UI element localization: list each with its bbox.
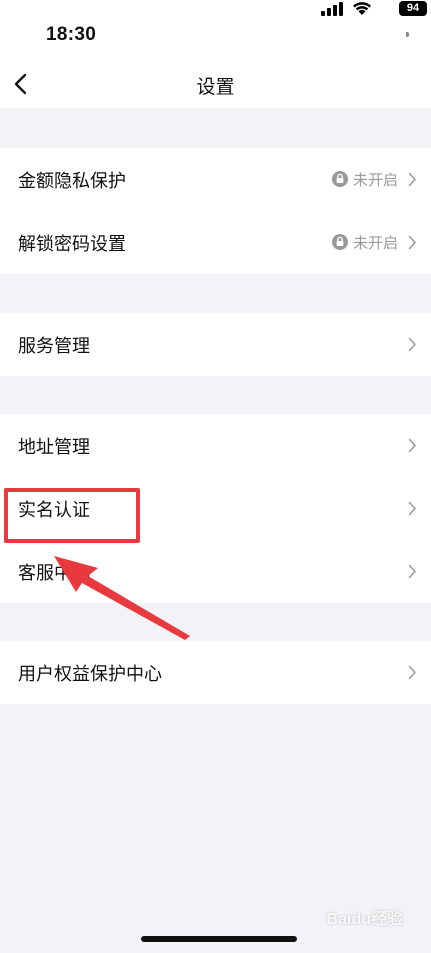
setting-item-label: 客服中心 (18, 563, 90, 584)
setting-item-right (408, 561, 417, 581)
watermark: Baidu经验 (326, 911, 403, 928)
setting-item-customer-service[interactable]: 客服中心 (0, 540, 431, 603)
settings-group-rights: 用户权益保护中心 (0, 641, 431, 704)
setting-item-right (408, 435, 417, 455)
setting-item-label: 服务管理 (18, 336, 90, 357)
chevron-right-icon (408, 501, 416, 515)
chevron-right-icon (408, 235, 416, 249)
page-title: 设置 (196, 76, 235, 98)
signal-icon (321, 2, 343, 16)
chevron-right-icon (408, 665, 416, 679)
setting-item-label: 用户权益保护中心 (18, 664, 162, 685)
settings-group-privacy: 金额隐私保护 未开启 解锁密码设置 未开启 (0, 148, 431, 274)
status-time: 18:30 (46, 24, 97, 45)
setting-item-right: 未开启 (331, 232, 417, 252)
highlight-box (4, 488, 140, 543)
wifi-icon (353, 2, 371, 15)
status-text: 未开启 (352, 170, 398, 189)
status-text: 未开启 (352, 233, 398, 252)
setting-item-label: 地址管理 (18, 437, 90, 458)
status-bar: 18:30 94 (0, 0, 431, 62)
chevron-right-icon (408, 564, 416, 578)
setting-item-right (408, 662, 417, 682)
home-indicator[interactable] (141, 936, 297, 942)
lock-icon (331, 234, 348, 250)
setting-item-right (408, 498, 417, 518)
setting-item-user-rights-center[interactable]: 用户权益保护中心 (0, 641, 431, 704)
settings-group-service: 服务管理 (0, 313, 431, 376)
chevron-right-icon (408, 438, 416, 452)
setting-item-right: 未开启 (331, 169, 417, 189)
battery-cap (406, 32, 409, 37)
chevron-right-icon (408, 172, 416, 186)
setting-item-unlock-password[interactable]: 解锁密码设置 未开启 (0, 211, 431, 274)
setting-item-label: 金额隐私保护 (18, 171, 126, 192)
chevron-right-icon (408, 337, 416, 351)
battery-icon: 94 (399, 1, 427, 16)
nav-bar: 设置 (0, 62, 431, 108)
setting-item-label: 解锁密码设置 (18, 234, 126, 255)
setting-item-service-management[interactable]: 服务管理 (0, 313, 431, 376)
setting-item-address-management[interactable]: 地址管理 (0, 414, 431, 477)
setting-item-amount-privacy[interactable]: 金额隐私保护 未开启 (0, 148, 431, 211)
setting-item-right (408, 334, 417, 354)
lock-icon (331, 171, 348, 187)
